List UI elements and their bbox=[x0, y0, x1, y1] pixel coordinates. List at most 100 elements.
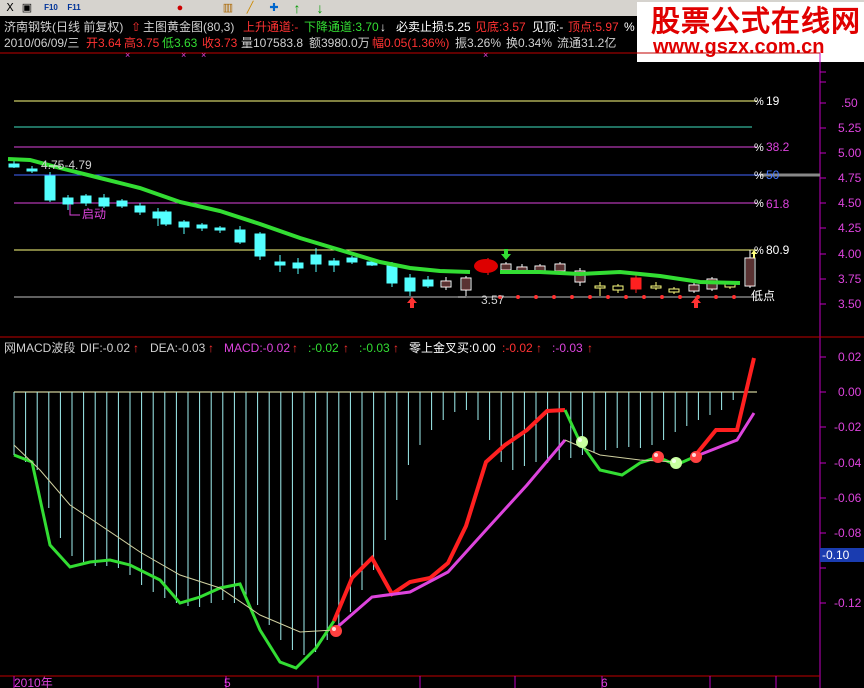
chart-toggle-icon[interactable]: Ⅹ bbox=[2, 0, 18, 16]
candle-body bbox=[366, 261, 378, 266]
dead-cross-ball-2 bbox=[670, 457, 682, 469]
candle-body bbox=[500, 263, 512, 271]
macd-tick: -0.04 bbox=[834, 456, 862, 470]
fib-80-label: 80.9 bbox=[766, 243, 790, 257]
start-label: 启动 bbox=[82, 207, 107, 221]
low-price: 低3.63 bbox=[162, 36, 198, 50]
zoom-icon[interactable]: ▣ bbox=[19, 0, 35, 16]
candle-body bbox=[482, 261, 494, 271]
chart-icon[interactable]: ▥ bbox=[220, 0, 236, 16]
price-tick: 4.00 bbox=[838, 247, 862, 261]
dif-line-red-2 bbox=[692, 357, 756, 459]
top-value: 见顶:- bbox=[532, 20, 564, 34]
buy-signal-blob bbox=[474, 259, 498, 273]
macd-dif-arrow-icon: ↑ bbox=[133, 341, 139, 355]
dif-line-green bbox=[13, 453, 336, 670]
moving-average-line-2 bbox=[500, 269, 741, 285]
golden-cross-ball-3-shine bbox=[692, 453, 696, 457]
price-tick: .50 bbox=[841, 96, 858, 110]
macd-v1: :-0.02 bbox=[308, 341, 339, 355]
macd-tick: 0.00 bbox=[838, 385, 862, 399]
f11-icon[interactable]: F11 bbox=[66, 0, 82, 16]
macd-v3-arrow-icon: ↑ bbox=[536, 341, 542, 355]
dea-line-thin-2 bbox=[564, 439, 677, 463]
watermark-url: www.gszx.com.cn bbox=[653, 36, 825, 58]
candle-body bbox=[214, 227, 226, 231]
macd-v1-arrow-icon: ↑ bbox=[343, 341, 349, 355]
candle-body bbox=[152, 211, 164, 219]
candle-body bbox=[134, 205, 146, 213]
dea-line-magenta-2 bbox=[693, 412, 756, 459]
candle-body bbox=[386, 265, 398, 284]
macd-macd-arrow-icon: ↑ bbox=[292, 341, 298, 355]
f10-icon[interactable]: F10 bbox=[43, 0, 59, 16]
start-pointer-line bbox=[69, 204, 80, 216]
change-pct: 幅0.05(1.36%) bbox=[372, 36, 450, 50]
price-tick: 5.25 bbox=[838, 121, 862, 135]
lower-channel: 下降通道:3.70 bbox=[304, 20, 379, 34]
peak-value: 顶点:5.97 bbox=[568, 20, 619, 34]
stock-chart-window: Ⅹ ▣ F10 F11 ● ▥ ╱ ✚ ↑ ↓ 济南钢铁(日线 前复权) ⇧ 主… bbox=[0, 0, 864, 688]
dead-cross-ball-shine bbox=[578, 438, 582, 442]
amplitude: 振3.26% bbox=[455, 36, 502, 50]
macd-current-tick: -0.10 bbox=[820, 548, 864, 562]
candle-body bbox=[516, 266, 528, 272]
fib-pct-mark: % bbox=[754, 142, 764, 154]
candle-body bbox=[310, 254, 322, 265]
low-price-label: 3.57 bbox=[481, 293, 505, 307]
dead-cross-ball-2-shine bbox=[672, 459, 676, 463]
candle-body bbox=[178, 221, 190, 228]
macd-dea-arrow-icon: ↑ bbox=[208, 341, 214, 355]
price-tick: 4.50 bbox=[838, 196, 862, 210]
low-marker-dot bbox=[552, 295, 556, 299]
open-price: 开3.64 bbox=[86, 36, 122, 50]
candle-body bbox=[744, 257, 756, 287]
stop-icon[interactable]: ● bbox=[172, 0, 188, 16]
lower-channel-arrow-icon: ↓ bbox=[380, 20, 386, 34]
low-marker-dot bbox=[534, 295, 538, 299]
fib-pct-mark: % bbox=[754, 245, 764, 257]
macd-tick: -0.12 bbox=[834, 596, 862, 610]
pct-label: % bbox=[624, 20, 635, 34]
candle-body bbox=[668, 288, 680, 293]
golden-cross-ball bbox=[330, 625, 342, 637]
macd-name: 网MACD波段 bbox=[4, 341, 76, 355]
buy-arrow-icon-2 bbox=[691, 297, 701, 308]
amount: 额3980.0万 bbox=[309, 36, 370, 50]
dif-line-green-2 bbox=[563, 409, 695, 477]
low-marker-dot bbox=[714, 295, 718, 299]
fib-38-label: 38.2 bbox=[766, 140, 790, 154]
fib-61-label: 61.8 bbox=[766, 197, 790, 211]
low-marker-dot bbox=[696, 295, 700, 299]
macd-dea: DEA:-0.03 bbox=[150, 341, 206, 355]
macd-v3: :-0.02 bbox=[502, 341, 533, 355]
bar-date: 2010/06/09/三 bbox=[4, 36, 80, 50]
macd-v2: :-0.03 bbox=[359, 341, 390, 355]
top-marker: × bbox=[201, 50, 206, 60]
dea-line-magenta bbox=[333, 439, 567, 632]
bottom-value: 见底:3.57 bbox=[475, 20, 526, 34]
range-label: 4.75-4.79 bbox=[41, 158, 92, 172]
macd-dif: DIF:-0.02 bbox=[80, 341, 131, 355]
arrow-down-icon[interactable]: ↓ bbox=[312, 0, 328, 16]
macd-tick: -0.08 bbox=[834, 526, 862, 540]
candle-body bbox=[160, 211, 172, 225]
low-marker-dot bbox=[570, 295, 574, 299]
fib-19-label: 19 bbox=[766, 94, 780, 108]
buy-arrow-icon bbox=[407, 297, 417, 308]
website-watermark: 股票公式在线网 www.gszx.com.cn bbox=[637, 2, 864, 62]
golden-cross-ball-shine bbox=[332, 627, 336, 631]
candle-body bbox=[62, 197, 74, 205]
watermark-title: 股票公式在线网 bbox=[651, 4, 862, 38]
cross-move-icon[interactable]: ✚ bbox=[266, 0, 282, 16]
candle-body bbox=[554, 263, 566, 272]
draw-line-icon[interactable]: ╱ bbox=[242, 0, 258, 16]
time-axis-june: 6 bbox=[601, 676, 608, 688]
candle-body bbox=[688, 284, 700, 292]
candle-body bbox=[346, 257, 358, 263]
must-sell-stop: 必卖止损:5.25 bbox=[396, 20, 471, 34]
arrow-up-icon[interactable]: ↑ bbox=[289, 0, 305, 16]
candle-body bbox=[404, 277, 416, 292]
time-axis-year: 2010年 bbox=[14, 676, 53, 688]
candle-body bbox=[594, 285, 606, 289]
